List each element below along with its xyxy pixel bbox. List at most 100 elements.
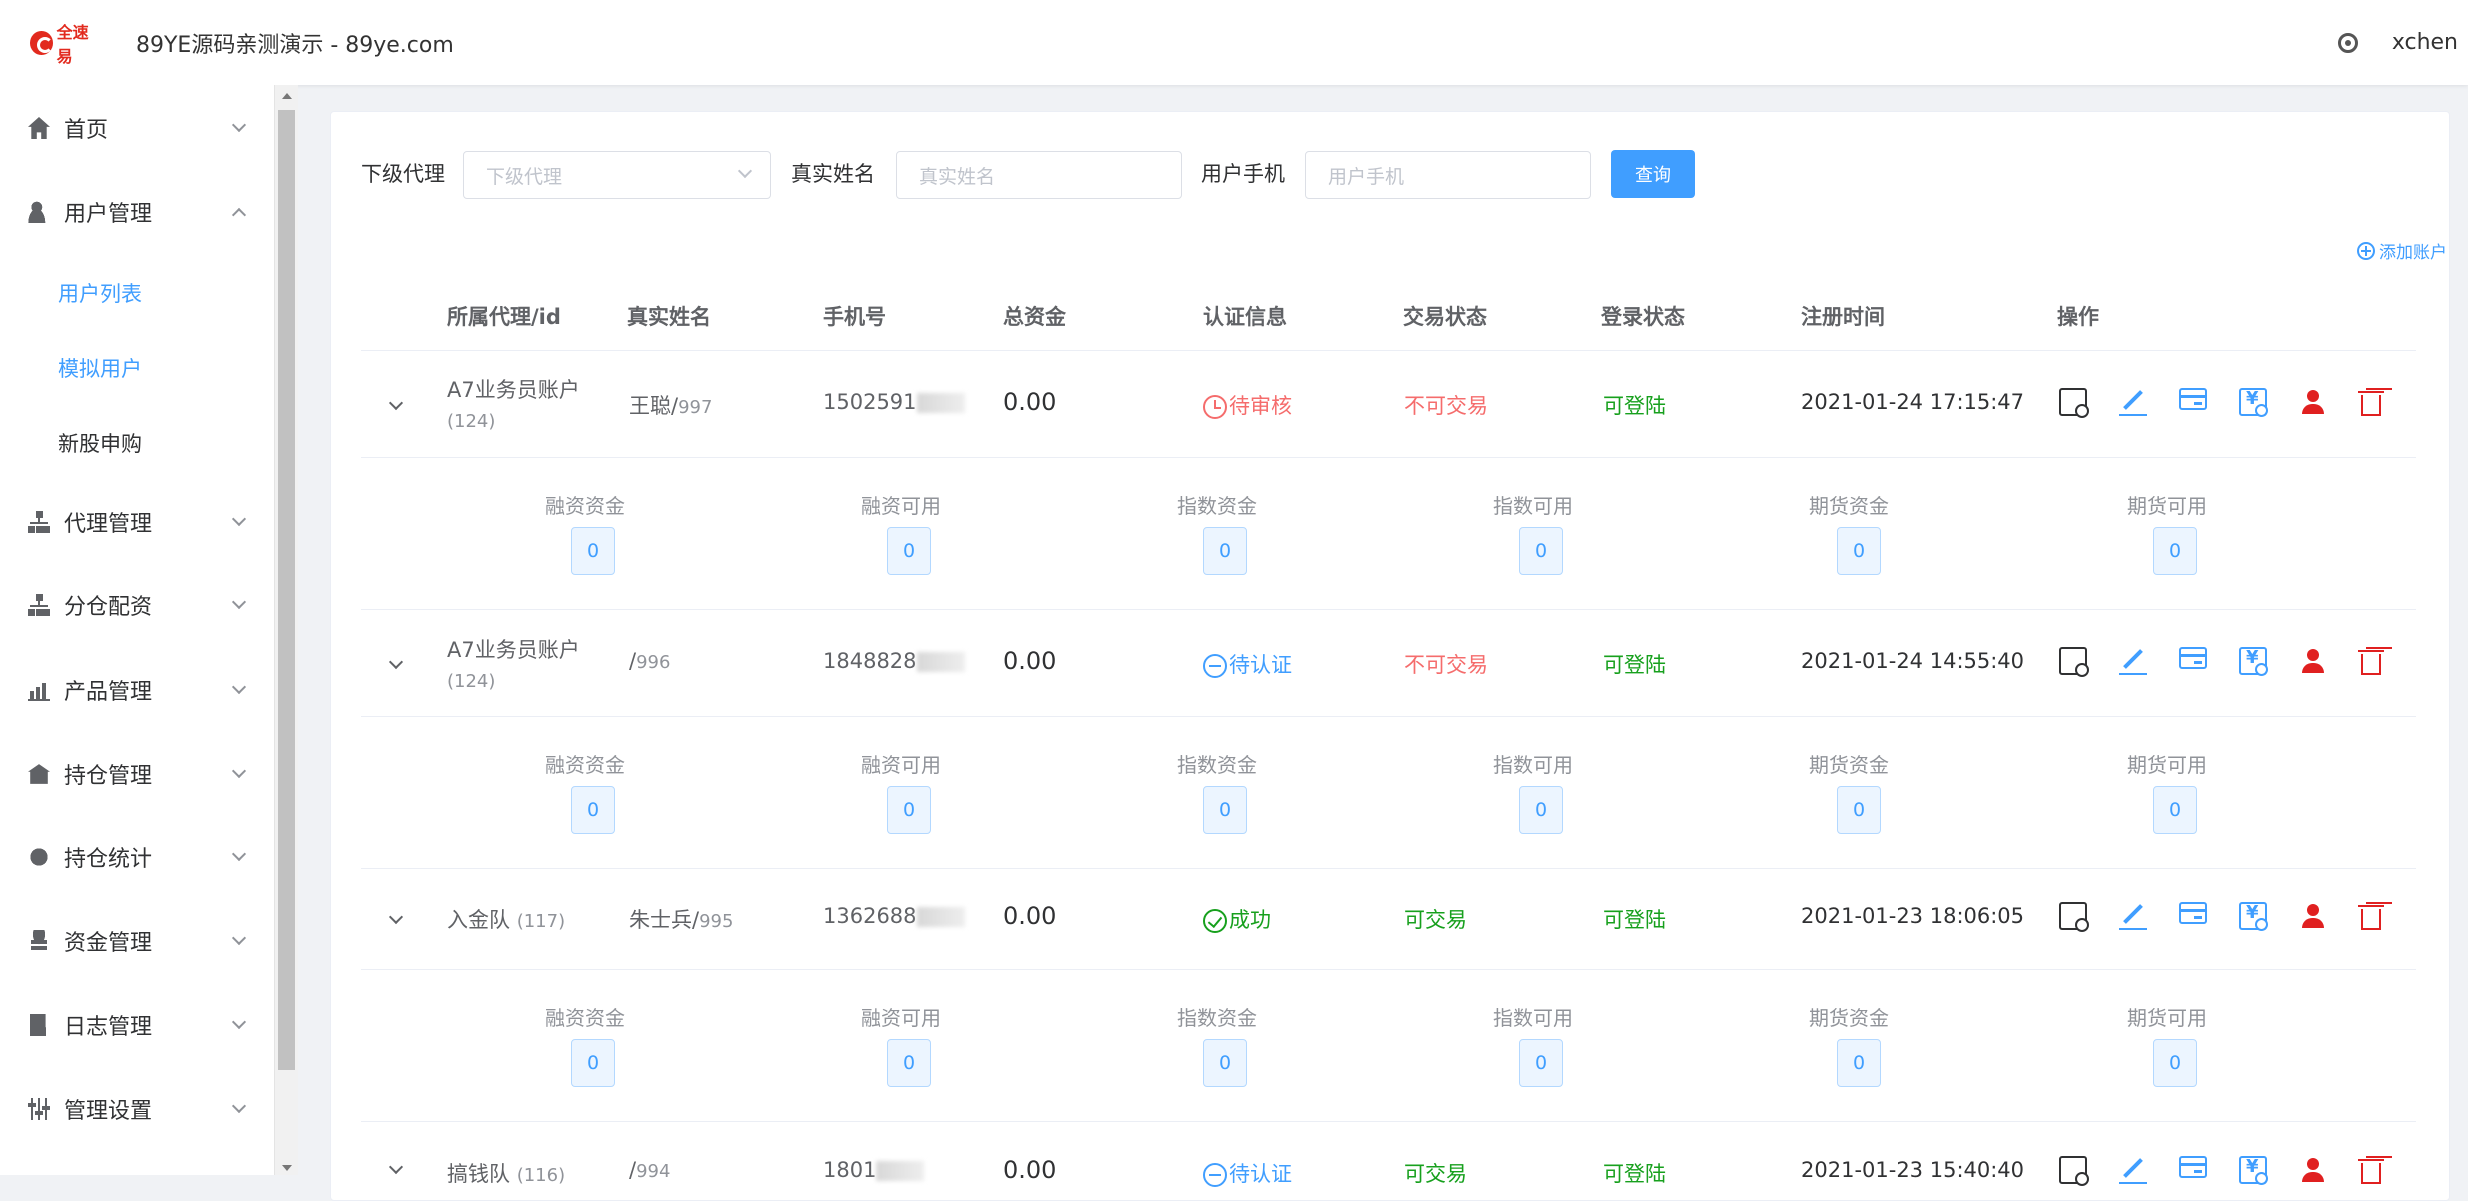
org-tree-icon bbox=[28, 594, 50, 616]
delete-icon[interactable] bbox=[2357, 647, 2385, 675]
sidebar-item-label: 用户管理 bbox=[64, 202, 153, 227]
agent-id: (124) bbox=[447, 671, 496, 692]
settings-sliders-icon bbox=[28, 1098, 50, 1120]
expand-row-icon[interactable] bbox=[388, 654, 404, 670]
sidebar-item-log-management[interactable]: 日志管理 bbox=[0, 995, 274, 1055]
fund-settings-icon[interactable] bbox=[2239, 1156, 2268, 1185]
query-button[interactable]: 查询 bbox=[1611, 150, 1695, 198]
sub-header: 融资可用 bbox=[861, 753, 941, 777]
sub-value[interactable]: 0 bbox=[2153, 527, 2197, 575]
add-account-label: 添加账户 bbox=[2379, 243, 2447, 263]
scrollbar-thumb[interactable] bbox=[278, 110, 295, 1070]
view-details-icon[interactable] bbox=[2059, 647, 2089, 677]
sub-value[interactable]: 0 bbox=[1203, 527, 1247, 575]
settings-icon[interactable] bbox=[2337, 32, 2358, 53]
user-status-icon[interactable] bbox=[2299, 902, 2327, 930]
sidebar-subitem-user-list[interactable]: 用户列表 bbox=[58, 278, 142, 308]
edit-icon[interactable] bbox=[2119, 388, 2147, 416]
sub-value[interactable]: 0 bbox=[571, 527, 615, 575]
sub-header: 期货可用 bbox=[2127, 1006, 2207, 1030]
sub-value[interactable]: 0 bbox=[887, 1039, 931, 1087]
sidebar-item-label: 首页 bbox=[64, 118, 109, 143]
sidebar-item-label: 持仓管理 bbox=[64, 764, 153, 789]
sub-value[interactable]: 0 bbox=[1519, 1039, 1563, 1087]
sub-value[interactable]: 0 bbox=[2153, 786, 2197, 834]
scroll-down-icon[interactable] bbox=[282, 1165, 292, 1171]
sidebar-subitem-ipo-subscription[interactable]: 新股申购 bbox=[58, 428, 142, 458]
sub-value[interactable]: 0 bbox=[1837, 786, 1881, 834]
logo-mark-icon bbox=[30, 30, 53, 55]
sub-value[interactable]: 0 bbox=[1203, 1039, 1247, 1087]
delete-icon[interactable] bbox=[2357, 1156, 2385, 1184]
expand-row-icon[interactable] bbox=[388, 1159, 404, 1175]
total-funds: 0.00 bbox=[1003, 1156, 1057, 1184]
sub-value[interactable]: 0 bbox=[2153, 1039, 2197, 1087]
sidebar-item-position-allocation[interactable]: 分仓配资 bbox=[0, 575, 274, 635]
fund-settings-icon[interactable] bbox=[2239, 647, 2268, 676]
row-trade-status: 可交易 bbox=[1404, 1162, 1467, 1186]
sidebar-item-product-management[interactable]: 产品管理 bbox=[0, 660, 274, 720]
sidebar-scrollbar[interactable] bbox=[274, 85, 298, 1175]
row-divider bbox=[361, 609, 2416, 610]
sidebar-item-position-stats[interactable]: 持仓统计 bbox=[0, 827, 274, 887]
sub-value[interactable]: 0 bbox=[1837, 1039, 1881, 1087]
phone-input[interactable]: 用户手机 bbox=[1305, 151, 1591, 199]
sub-value[interactable]: 0 bbox=[1837, 527, 1881, 575]
sidebar-item-user-management[interactable]: 用户管理 bbox=[0, 182, 274, 242]
view-details-icon[interactable] bbox=[2059, 1156, 2089, 1186]
edit-icon[interactable] bbox=[2119, 902, 2147, 930]
scroll-up-icon[interactable] bbox=[282, 93, 292, 99]
sub-value[interactable]: 0 bbox=[887, 527, 931, 575]
row-agent: A7业务员账户 (124) bbox=[447, 634, 580, 698]
expand-row-icon[interactable] bbox=[388, 909, 404, 925]
sidebar-item-position-management[interactable]: 持仓管理 bbox=[0, 744, 274, 804]
bank-card-icon[interactable] bbox=[2179, 902, 2207, 924]
sub-header: 融资资金 bbox=[545, 494, 625, 518]
bank-card-icon[interactable] bbox=[2179, 388, 2207, 410]
sidebar-item-home[interactable]: 首页 bbox=[0, 98, 274, 158]
fund-settings-icon[interactable] bbox=[2239, 902, 2268, 931]
sub-header: 融资可用 bbox=[861, 1006, 941, 1030]
user-name[interactable]: xchen bbox=[2392, 30, 2458, 55]
delete-icon[interactable] bbox=[2357, 902, 2385, 930]
sub-value[interactable]: 0 bbox=[1519, 786, 1563, 834]
sub-value[interactable]: 0 bbox=[571, 1039, 615, 1087]
user-status-icon[interactable] bbox=[2299, 647, 2327, 675]
sub-value[interactable]: 0 bbox=[1203, 786, 1247, 834]
row-funds: 0.00 bbox=[1003, 388, 1056, 416]
row-phone: 1502591 bbox=[823, 390, 965, 414]
sub-value[interactable]: 0 bbox=[887, 786, 931, 834]
view-details-icon[interactable] bbox=[2059, 388, 2089, 418]
row-divider bbox=[361, 1121, 2416, 1122]
edit-icon[interactable] bbox=[2119, 1156, 2147, 1184]
sub-value[interactable]: 0 bbox=[1519, 527, 1563, 575]
row-reg-time: 2021-01-24 17:15:47 bbox=[1801, 390, 2025, 414]
phone-number: 1502591 bbox=[823, 390, 917, 414]
sidebar-item-settings[interactable]: 管理设置 bbox=[0, 1079, 274, 1139]
column-header-phone: 手机号 bbox=[823, 305, 886, 329]
sidebar-item-fund-management[interactable]: 资金管理 bbox=[0, 911, 274, 971]
bank-card-icon[interactable] bbox=[2179, 647, 2207, 669]
real-name-input[interactable]: 真实姓名 bbox=[896, 151, 1182, 199]
view-details-icon[interactable] bbox=[2059, 902, 2089, 932]
phone-placeholder: 用户手机 bbox=[1328, 165, 1405, 188]
add-account-button[interactable]: 添加账户 bbox=[2357, 238, 2447, 263]
name-filter-label: 真实姓名 bbox=[791, 162, 875, 186]
fund-settings-icon[interactable] bbox=[2239, 388, 2268, 417]
sub-value[interactable]: 0 bbox=[571, 786, 615, 834]
sidebar-item-agent-management[interactable]: 代理管理 bbox=[0, 492, 274, 552]
user-status-icon[interactable] bbox=[2299, 1156, 2327, 1184]
edit-icon[interactable] bbox=[2119, 647, 2147, 675]
minus-circle-icon bbox=[1203, 654, 1227, 678]
agent-id: (116) bbox=[516, 1165, 566, 1186]
expand-row-icon[interactable] bbox=[388, 395, 404, 411]
cert-status: 待认证 bbox=[1229, 653, 1292, 677]
agent-select[interactable]: 下级代理 bbox=[463, 151, 771, 199]
sidebar-subitem-simulated-users[interactable]: 模拟用户 bbox=[58, 353, 142, 383]
user-status-icon[interactable] bbox=[2299, 388, 2327, 416]
row-funds: 0.00 bbox=[1003, 1156, 1056, 1184]
app-logo[interactable]: 全速易 bbox=[30, 23, 102, 66]
delete-icon[interactable] bbox=[2357, 388, 2385, 416]
total-funds: 0.00 bbox=[1003, 647, 1057, 675]
sub-header: 融资资金 bbox=[545, 753, 625, 777]
